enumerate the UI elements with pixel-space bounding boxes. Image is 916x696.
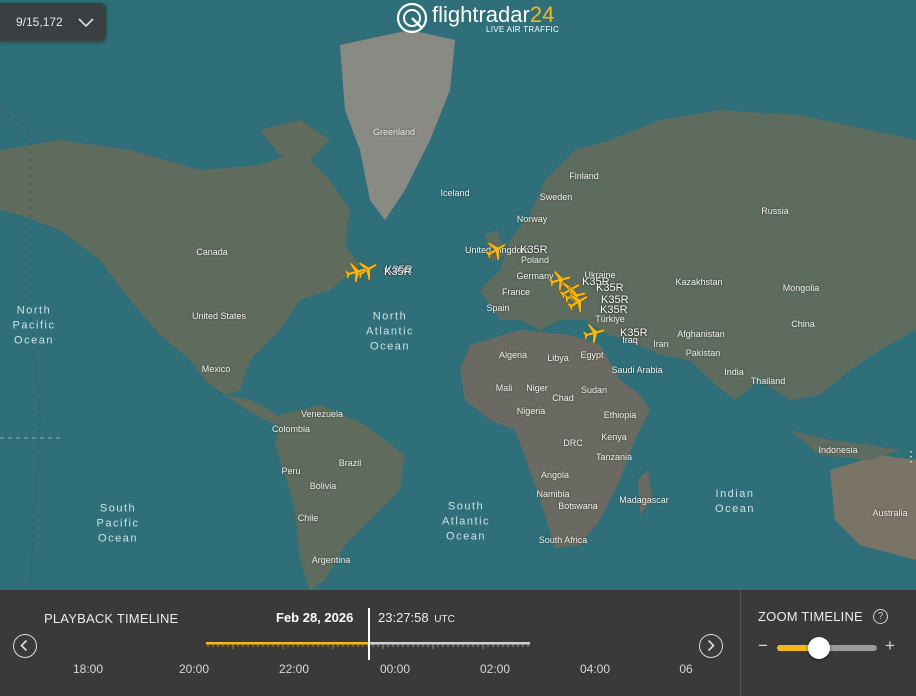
country-label: Niger bbox=[526, 383, 548, 393]
aircraft-callsign[interactable]: K35R bbox=[600, 304, 628, 316]
country-label: Kenya bbox=[601, 432, 627, 442]
timeline-hour-label: 04:00 bbox=[579, 662, 611, 676]
zoom-out-button[interactable]: − bbox=[758, 636, 768, 656]
country-label: Sweden bbox=[539, 192, 573, 202]
country-label: Namibia bbox=[536, 489, 570, 499]
ocean-label: North Atlantic Ocean bbox=[365, 310, 415, 353]
country-label: France bbox=[501, 287, 531, 297]
country-label: Nigeria bbox=[516, 406, 546, 416]
country-label: Libya bbox=[547, 353, 569, 363]
country-label: Iran bbox=[653, 339, 669, 349]
timeline-date: Feb 28, 2026 bbox=[276, 610, 354, 625]
flightradar24-logo: flightradar24 LIVE AIR TRAFFIC bbox=[396, 0, 576, 38]
country-label: Thailand bbox=[750, 376, 786, 386]
country-label: Sudan bbox=[580, 385, 608, 395]
country-label: Russia bbox=[761, 206, 789, 216]
logo-tagline: LIVE AIR TRAFFIC bbox=[486, 25, 560, 34]
country-label: Mali bbox=[495, 383, 513, 393]
country-label: South Africa bbox=[538, 535, 588, 545]
chevron-right-icon bbox=[707, 639, 715, 652]
selector-label: 9/15,172 bbox=[16, 15, 63, 29]
timeline-hour-label: 06 bbox=[679, 662, 693, 676]
playback-timeline-title: PLAYBACK TIMELINE bbox=[44, 611, 179, 626]
country-label: Norway bbox=[516, 214, 548, 224]
country-label: Afghanistan bbox=[677, 329, 725, 339]
timeline-next-button[interactable] bbox=[699, 634, 723, 658]
ocean-label: Indian Ocean bbox=[715, 488, 755, 515]
country-label: Bolivia bbox=[309, 481, 337, 491]
country-label: Algeria bbox=[498, 350, 528, 360]
help-icon[interactable]: ? bbox=[873, 609, 888, 624]
country-label: Mexico bbox=[201, 364, 231, 374]
timeline-track-progress bbox=[206, 642, 368, 645]
country-label: Australia bbox=[872, 508, 908, 518]
country-label: Iceland bbox=[440, 188, 470, 198]
timeline-time: 23:27:58 UTC bbox=[378, 610, 455, 625]
aircraft-callsign[interactable]: K35R bbox=[384, 266, 412, 278]
country-label: Ethiopia bbox=[603, 410, 637, 420]
country-label: Chad bbox=[552, 393, 574, 403]
country-label: China bbox=[791, 319, 815, 329]
timeline-hour-label: 18:00 bbox=[72, 662, 104, 676]
country-label: Madagascar bbox=[619, 495, 669, 505]
radar-logo-icon bbox=[396, 2, 428, 34]
zoom-slider[interactable] bbox=[777, 637, 877, 659]
country-label: United States bbox=[191, 311, 247, 321]
timeline-cursor[interactable] bbox=[368, 608, 370, 660]
country-label: Botswana bbox=[558, 501, 598, 511]
country-label: Pakistan bbox=[685, 348, 721, 358]
country-label: Chile bbox=[297, 513, 319, 523]
map-control-icon[interactable]: ⋮ bbox=[904, 448, 916, 465]
playback-timeline-panel: PLAYBACK TIMELINE Feb 28, 2026 23:27:58 … bbox=[0, 590, 740, 696]
country-label: Brazil bbox=[338, 458, 362, 468]
ocean-label: North Pacific Ocean bbox=[12, 304, 56, 347]
ocean-label: South Atlantic Ocean bbox=[441, 500, 491, 543]
country-label: India bbox=[724, 367, 744, 377]
timeline-hour-label: 22:00 bbox=[278, 662, 310, 676]
aircraft-callsign[interactable]: K35R bbox=[596, 282, 624, 294]
country-label: Argentina bbox=[311, 555, 351, 565]
aircraft-callsign[interactable]: K35R bbox=[620, 327, 648, 339]
country-label: Kazakhstan bbox=[675, 277, 723, 287]
country-label: Colombia bbox=[271, 424, 311, 434]
country-label: Spain bbox=[486, 303, 510, 313]
country-label: Egypt bbox=[580, 350, 604, 360]
zoom-timeline-title: ZOOM TIMELINE bbox=[758, 609, 863, 624]
country-label: Poland bbox=[520, 255, 550, 265]
aircraft-callsign[interactable]: K35R bbox=[520, 244, 548, 256]
country-label: Indonesia bbox=[818, 445, 858, 455]
zoom-in-button[interactable]: + bbox=[885, 636, 895, 656]
timeline-prev-button[interactable] bbox=[13, 634, 37, 658]
country-label: Venezuela bbox=[300, 409, 344, 419]
country-label: Peru bbox=[281, 466, 301, 476]
country-label: Angola bbox=[540, 470, 570, 480]
country-label: Mongolia bbox=[782, 283, 820, 293]
chevron-down-icon bbox=[78, 18, 94, 28]
country-label: Tanzania bbox=[595, 452, 633, 462]
country-label: Greenland bbox=[372, 127, 416, 137]
country-label: Finland bbox=[569, 171, 599, 181]
version-selector[interactable]: 9/15,172 bbox=[0, 3, 106, 41]
country-label: DRC bbox=[563, 438, 583, 448]
ocean-label: South Pacific Ocean bbox=[96, 502, 140, 545]
zoom-timeline-panel: ZOOM TIMELINE ? − + bbox=[740, 590, 916, 696]
country-label: Saudi Arabia bbox=[611, 365, 663, 375]
timeline-hour-label: 02:00 bbox=[479, 662, 511, 676]
zoom-slider-knob[interactable] bbox=[808, 637, 830, 659]
timeline-hour-label: 20:00 bbox=[178, 662, 210, 676]
chevron-left-icon bbox=[20, 639, 28, 652]
country-label: Canada bbox=[196, 247, 228, 257]
timeline-hour-label: 00:00 bbox=[379, 662, 411, 676]
